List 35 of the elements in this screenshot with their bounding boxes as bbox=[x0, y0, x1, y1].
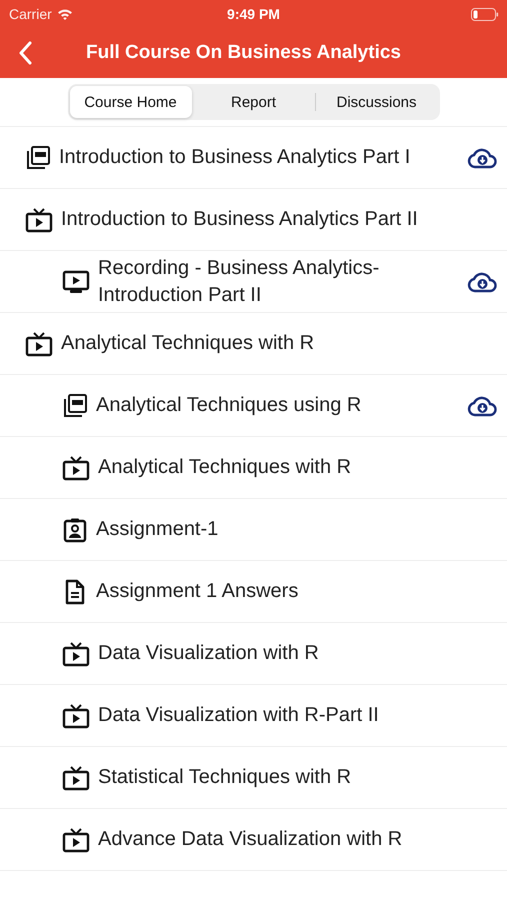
id-badge-icon bbox=[62, 516, 88, 542]
wifi-icon bbox=[56, 8, 73, 20]
cloud-download-icon[interactable] bbox=[467, 146, 497, 168]
cloud-download-icon[interactable] bbox=[467, 270, 497, 292]
tab[interactable]: Course Home bbox=[70, 86, 192, 118]
tv-play-icon bbox=[25, 330, 53, 356]
lesson-title[interactable]: Analytical Techniques with R bbox=[98, 454, 497, 481]
lesson-title[interactable]: Introduction to Business Analytics Part I bbox=[59, 144, 455, 171]
tv-play-icon bbox=[62, 454, 90, 480]
pdf-icon bbox=[62, 392, 88, 418]
tv-play-icon bbox=[62, 640, 90, 666]
lesson-title[interactable]: Assignment-1 bbox=[96, 516, 497, 543]
battery-icon bbox=[471, 8, 499, 20]
back-icon[interactable] bbox=[18, 41, 32, 65]
cloud-download-icon[interactable] bbox=[467, 394, 497, 416]
tv-play-icon bbox=[62, 826, 90, 852]
carrier-label: Carrier bbox=[9, 6, 52, 22]
time-label: 9:49 PM bbox=[227, 6, 280, 22]
lesson-title[interactable]: Recording - Business Analytics-Introduction Part II bbox=[98, 254, 455, 308]
lesson-title[interactable]: Analytical Techniques with R bbox=[61, 330, 497, 357]
tv-play-icon bbox=[62, 764, 90, 790]
lesson-title[interactable]: Assignment 1 Answers bbox=[96, 578, 497, 605]
lesson-title[interactable]: Data Visualization with R bbox=[98, 640, 497, 667]
tab[interactable]: Report bbox=[192, 86, 314, 118]
page-title: Full Course On Business Analytics bbox=[86, 42, 401, 64]
monitor-play-icon bbox=[62, 268, 90, 294]
lesson-title[interactable]: Advance Data Visualization with R bbox=[98, 826, 497, 853]
tv-play-icon bbox=[25, 206, 53, 232]
lesson-title[interactable]: Analytical Techniques using R bbox=[96, 392, 455, 419]
pdf-icon bbox=[25, 144, 51, 170]
tab[interactable]: Discussions bbox=[316, 86, 438, 118]
lesson-title[interactable]: Statistical Techniques with R bbox=[98, 764, 497, 791]
lesson-title[interactable]: Data Visualization with R-Part II bbox=[98, 702, 497, 729]
tv-play-icon bbox=[62, 702, 90, 728]
lesson-title[interactable]: Introduction to Business Analytics Part II bbox=[61, 206, 497, 233]
